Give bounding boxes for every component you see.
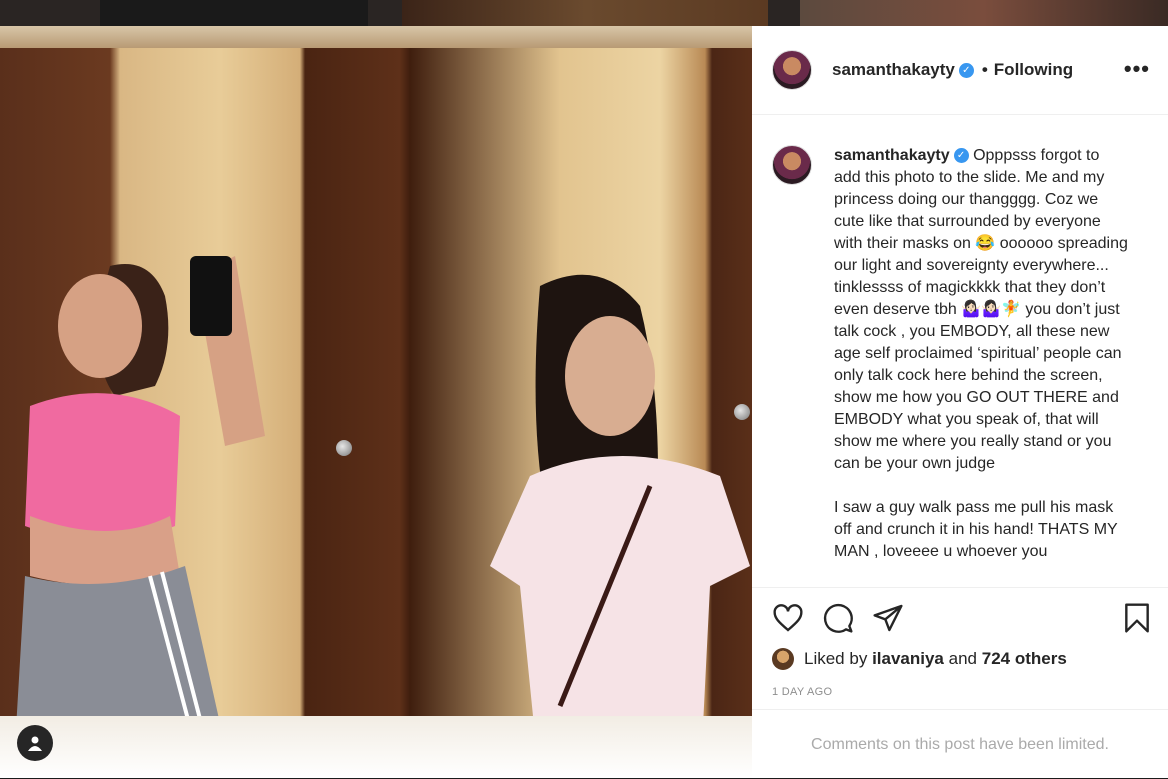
likes-prefix: Liked by [804,649,868,668]
verified-badge-icon: ✓ [958,62,974,78]
liker-avatar[interactable] [772,648,794,670]
photo-person-right [490,274,750,736]
heart-icon[interactable] [772,602,804,634]
likes-conjunction: and [948,649,977,668]
background-post-thumbnail [402,0,768,26]
follow-status-label: Following [993,60,1074,79]
verified-badge-icon: ✓ [953,148,969,164]
post-side-panel: samanthakayty ✓ • Following ••• samanthak… [752,26,1168,778]
post-photo[interactable] [0,26,752,778]
caption-author-avatar[interactable] [772,145,812,185]
caption-body: Opppsss forgot to add this photo to the … [834,147,1128,560]
comments-list[interactable]: samanthakayty ✓ Opppsss forgot to add thi… [752,115,1168,587]
photo-ceiling [0,26,752,48]
separator-dot: • [981,60,988,79]
bookmark-icon[interactable] [1122,602,1152,634]
door-knob [336,440,352,456]
background-post-thumbnail [800,0,1168,26]
door-knob [734,404,750,420]
photo-person-left [15,256,265,746]
user-tag-icon [28,736,42,751]
author-avatar[interactable] [772,50,812,90]
caption-username[interactable]: samanthakayty [834,147,950,164]
post-date[interactable]: 1 DAY AGO [772,686,832,698]
comment-icon[interactable] [822,602,854,634]
background-feed [0,0,1168,26]
post-header: samanthakayty ✓ • Following ••• [752,26,1168,115]
caption-text: samanthakayty ✓ Opppsss forgot to add thi… [834,145,1130,563]
user-tag-button[interactable] [17,725,53,761]
share-icon[interactable] [872,602,904,634]
author-username[interactable]: samanthakayty [832,60,955,80]
background-post-thumbnail [100,0,368,26]
liker-username[interactable]: ilavaniya [872,649,944,669]
likes-summary: Liked by ilavaniya and 724 others [772,648,1067,670]
likes-count[interactable]: 724 others [982,649,1067,669]
comments-limited-notice: Comments on this post have been limited. [752,709,1168,779]
caption: samanthakayty ✓ Opppsss forgot to add thi… [772,145,1130,563]
follow-status[interactable]: • Following [982,60,1073,80]
more-options-icon[interactable]: ••• [1124,56,1150,82]
photo-counter [0,716,752,778]
